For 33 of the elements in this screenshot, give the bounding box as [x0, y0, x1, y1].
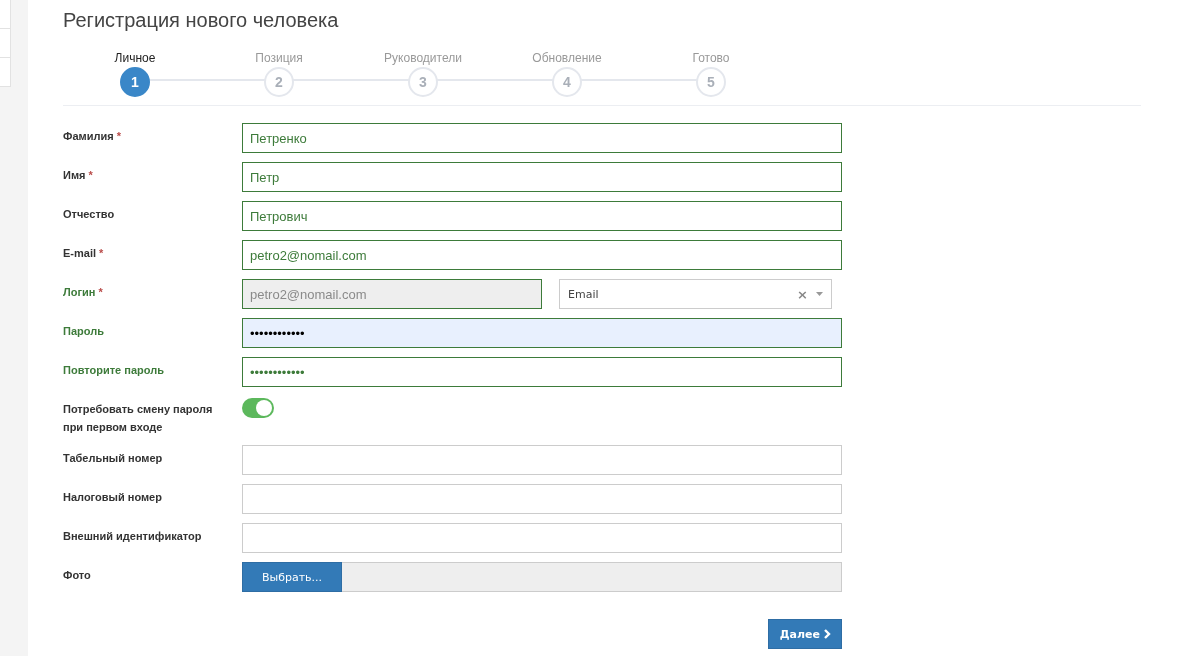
step-label: Обновление	[532, 51, 602, 66]
step-label: Руководители	[384, 51, 462, 66]
choose-file-button[interactable]: Выбрать...	[242, 562, 342, 592]
input-field[interactable]: petro2@nomail.com	[242, 240, 842, 270]
next-button[interactable]: Далее	[767, 619, 842, 649]
field-label: Внешний идентификатор	[63, 529, 203, 544]
input-field[interactable]	[242, 445, 842, 475]
field-label: Логин *	[63, 285, 104, 300]
field-label: Фото	[63, 568, 92, 583]
step-label: Личное	[114, 51, 156, 66]
password-field[interactable]: ••••••••••••	[242, 318, 842, 348]
step-label: Позиция	[255, 51, 303, 66]
input-field[interactable]: Петренко	[242, 123, 842, 153]
page-title: Регистрация нового человека	[63, 9, 340, 33]
field-label: Фамилия *	[63, 129, 122, 144]
chevron-right-icon	[824, 629, 831, 639]
input-field[interactable]	[242, 523, 842, 553]
password-field[interactable]: ••••••••••••	[242, 357, 842, 387]
field-label: Табельный номер	[63, 451, 164, 466]
toggle-switch[interactable]	[242, 398, 274, 418]
input-field[interactable]: Петрович	[242, 201, 842, 231]
field-label: Повторите пароль	[63, 363, 165, 378]
caret-icon	[816, 292, 823, 296]
step-circle[interactable]: 1	[120, 67, 150, 97]
input-field[interactable]	[242, 484, 842, 514]
field-label: Налоговый номер	[63, 490, 163, 505]
field-label: E-mail *	[63, 246, 105, 261]
field-label: Отчество	[63, 207, 116, 222]
field-label: Потребовать смену пароля при первом входе	[63, 402, 214, 435]
input-field[interactable]: Петр	[242, 162, 842, 192]
step-label: Готово	[692, 51, 730, 66]
field-label: Имя *	[63, 168, 94, 183]
field-label: Пароль	[63, 324, 105, 339]
